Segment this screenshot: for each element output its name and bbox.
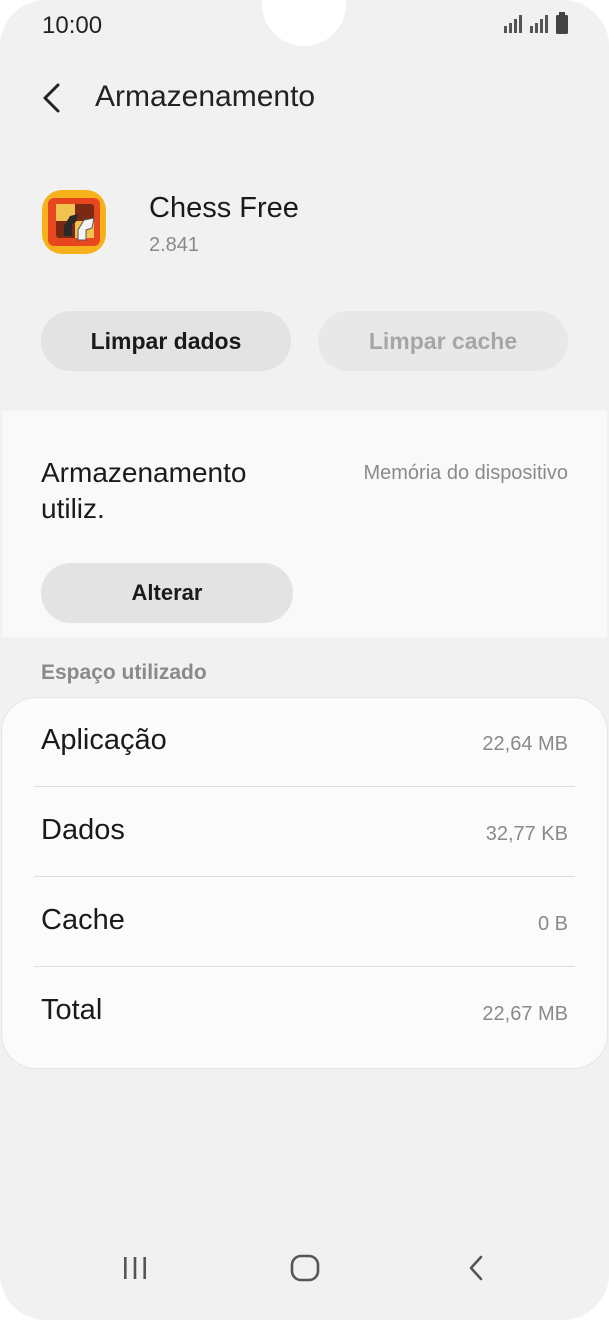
- usage-row-application: Aplicação 22,64 MB: [34, 698, 575, 788]
- storage-used-label: Armazenamento utiliz.: [41, 457, 247, 524]
- app-bar: Armazenamento: [0, 70, 609, 126]
- back-button[interactable]: [30, 76, 74, 120]
- recent-apps-button[interactable]: [105, 1240, 165, 1296]
- app-version: 2.841: [149, 234, 200, 256]
- usage-label: Dados: [41, 814, 125, 846]
- usage-label: Cache: [41, 904, 125, 936]
- clear-cache-button[interactable]: Limpar cache: [318, 311, 568, 371]
- usage-label: Total: [41, 994, 103, 1026]
- nav-back-button[interactable]: [446, 1240, 506, 1296]
- clear-data-button[interactable]: Limpar dados: [41, 311, 291, 371]
- home-button[interactable]: [275, 1240, 335, 1296]
- chess-app-icon: [42, 190, 106, 254]
- usage-row-total: Total 22,67 MB: [34, 968, 575, 1058]
- storage-location-card: Armazenamento utiliz. Memória do disposi…: [2, 411, 607, 637]
- home-icon: [290, 1254, 320, 1282]
- usage-label: Aplicação: [41, 724, 167, 756]
- change-storage-button[interactable]: Alterar: [41, 563, 293, 623]
- nav-back-icon: [469, 1255, 483, 1281]
- battery-icon: [556, 12, 568, 34]
- usage-value: 32,77 KB: [485, 823, 568, 845]
- status-time: 10:00: [42, 12, 103, 39]
- divider: [34, 876, 575, 877]
- camera-notch: [262, 0, 346, 46]
- phone-screen: 10:00 Armazenamento Chess Free 2.841 Lim…: [0, 0, 609, 1320]
- signal-icon: [504, 15, 522, 33]
- usage-row-cache: Cache 0 B: [34, 878, 575, 968]
- usage-row-data: Dados 32,77 KB: [34, 788, 575, 878]
- page-title: Armazenamento: [95, 80, 316, 113]
- signal-icon: [530, 15, 548, 33]
- space-used-card: Aplicação 22,64 MB Dados 32,77 KB Cache …: [2, 698, 607, 1068]
- status-icons: [503, 12, 569, 34]
- divider: [34, 786, 575, 787]
- section-title-space-used: Espaço utilizado: [41, 661, 207, 684]
- navigation-bar: [0, 1230, 609, 1320]
- usage-value: 22,67 MB: [482, 1003, 568, 1025]
- storage-location-value: Memória do dispositivo: [363, 462, 568, 484]
- back-arrow-icon: [43, 83, 60, 113]
- app-name: Chess Free: [149, 192, 299, 224]
- recent-apps-icon: [124, 1257, 146, 1279]
- usage-value: 0 B: [537, 913, 568, 935]
- usage-value: 22,64 MB: [482, 733, 568, 755]
- divider: [34, 966, 575, 967]
